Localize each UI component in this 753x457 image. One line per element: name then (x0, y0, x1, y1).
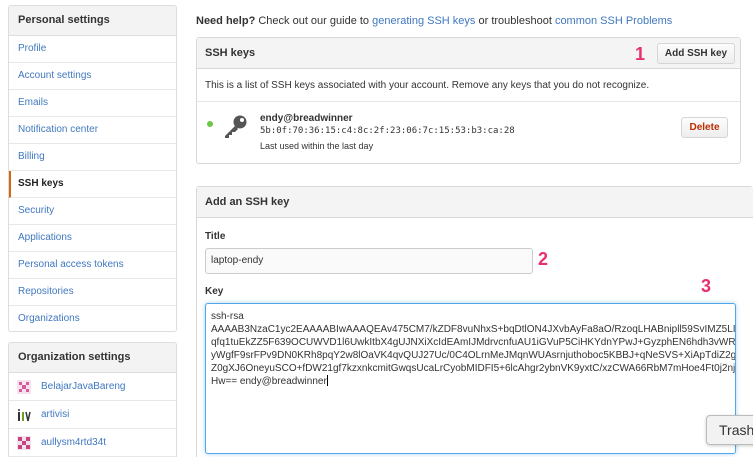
key-icon (225, 115, 247, 138)
org-item-belajarjavabareng[interactable]: BelajarJavaBareng (9, 373, 176, 401)
key-line: ssh-rsa (211, 311, 244, 322)
org-item-aullysm4rtd34t[interactable]: aullysm4rtd34t (9, 429, 176, 457)
org-avatar-icon (17, 380, 31, 394)
divider (197, 101, 740, 102)
help-prefix: Need help? (196, 15, 256, 27)
add-ssh-key-form: Add an SSH key Title laptop-endy Key ssh… (196, 186, 753, 457)
key-line: qfq1tuEkZZ5F639OCUWVD1l6UwkItbX4gUJNXiXc… (211, 337, 736, 348)
sidebar-item-personal-access-tokens[interactable]: Personal access tokens (9, 252, 176, 279)
personal-settings-menu: Personal settings Profile Account settin… (8, 5, 177, 332)
org-item-artivisi[interactable]: artivisi (9, 401, 176, 429)
ssh-keys-description: This is a list of SSH keys associated wi… (205, 80, 650, 91)
sidebar-item-profile[interactable]: Profile (9, 36, 176, 63)
delete-key-button[interactable]: Delete (681, 117, 728, 138)
key-label: Key (205, 286, 224, 297)
generating-ssh-keys-link[interactable]: generating SSH keys (372, 15, 475, 27)
sidebar-item-repositories[interactable]: Repositories (9, 279, 176, 306)
ssh-keys-heading: SSH keys Add SSH key (197, 38, 740, 69)
trash-tooltip: Trash (706, 415, 753, 445)
help-text-1: Check out our guide to (255, 15, 373, 27)
org-label: aullysm4rtd34t (41, 437, 107, 448)
help-text: Need help? Check out our guide to genera… (196, 15, 672, 27)
sidebar-item-account-settings[interactable]: Account settings (9, 63, 176, 90)
organization-settings-heading: Organization settings (9, 343, 176, 373)
org-label: artivisi (41, 409, 70, 420)
sidebar-item-notification-center[interactable]: Notification center (9, 117, 176, 144)
org-label: BelajarJavaBareng (41, 381, 126, 392)
title-label: Title (205, 231, 226, 242)
sidebar-item-billing[interactable]: Billing (9, 144, 176, 171)
sidebar-item-security[interactable]: Security (9, 198, 176, 225)
org-avatar-icon (17, 436, 31, 450)
ssh-key-fingerprint: 5b:0f:70:36:15:c4:8c:2f:23:06:7c:15:53:b… (260, 126, 515, 136)
annotation-1: 1 (635, 44, 646, 64)
ssh-key-title: endy@breadwinner (260, 113, 353, 124)
key-status-dot (207, 121, 213, 127)
key-line: yWgfF9srFPv9DN0KRh8pqY2w8lOaVK4qvQUJ27Uc… (211, 350, 736, 361)
add-ssh-key-button[interactable]: Add SSH key (657, 43, 735, 64)
ssh-keys-panel: SSH keys Add SSH key This is a list of S… (196, 37, 741, 164)
add-ssh-key-heading: Add an SSH key (197, 187, 753, 218)
key-line-last: Hw== endy@breadwinner (211, 375, 730, 388)
help-text-2: or troubleshoot (475, 15, 555, 27)
title-input[interactable]: laptop-endy (205, 248, 533, 274)
annotation-3: 3 (701, 276, 712, 296)
org-avatar-icon (18, 409, 31, 422)
sidebar-item-organizations[interactable]: Organizations (9, 306, 176, 331)
personal-settings-heading: Personal settings (9, 6, 176, 36)
text-caret (326, 375, 328, 386)
key-line: Z0gXJ6OneyuSCO+fDW21gf7kzxnkcmitGwqsUcaL… (211, 363, 736, 374)
ssh-keys-title: SSH keys (205, 47, 256, 59)
key-line: AAAAB3NzaC1yc2EAAAABIwAAAQEAv475CM7/kZDF… (211, 324, 736, 335)
organization-settings-menu: Organization settings BelajarJavaBareng … (8, 342, 177, 457)
sidebar-item-applications[interactable]: Applications (9, 225, 176, 252)
key-textarea[interactable]: ssh-rsa AAAAB3NzaC1yc2EAAAABIwAAAQEAv475… (205, 303, 736, 454)
annotation-2: 2 (538, 249, 549, 269)
sidebar-item-ssh-keys[interactable]: SSH keys (9, 171, 176, 198)
key-line: Hw== endy@breadwinner (211, 376, 327, 387)
common-ssh-problems-link[interactable]: common SSH Problems (555, 15, 672, 27)
sidebar-item-emails[interactable]: Emails (9, 90, 176, 117)
ssh-key-last-used: Last used within the last day (260, 141, 374, 151)
